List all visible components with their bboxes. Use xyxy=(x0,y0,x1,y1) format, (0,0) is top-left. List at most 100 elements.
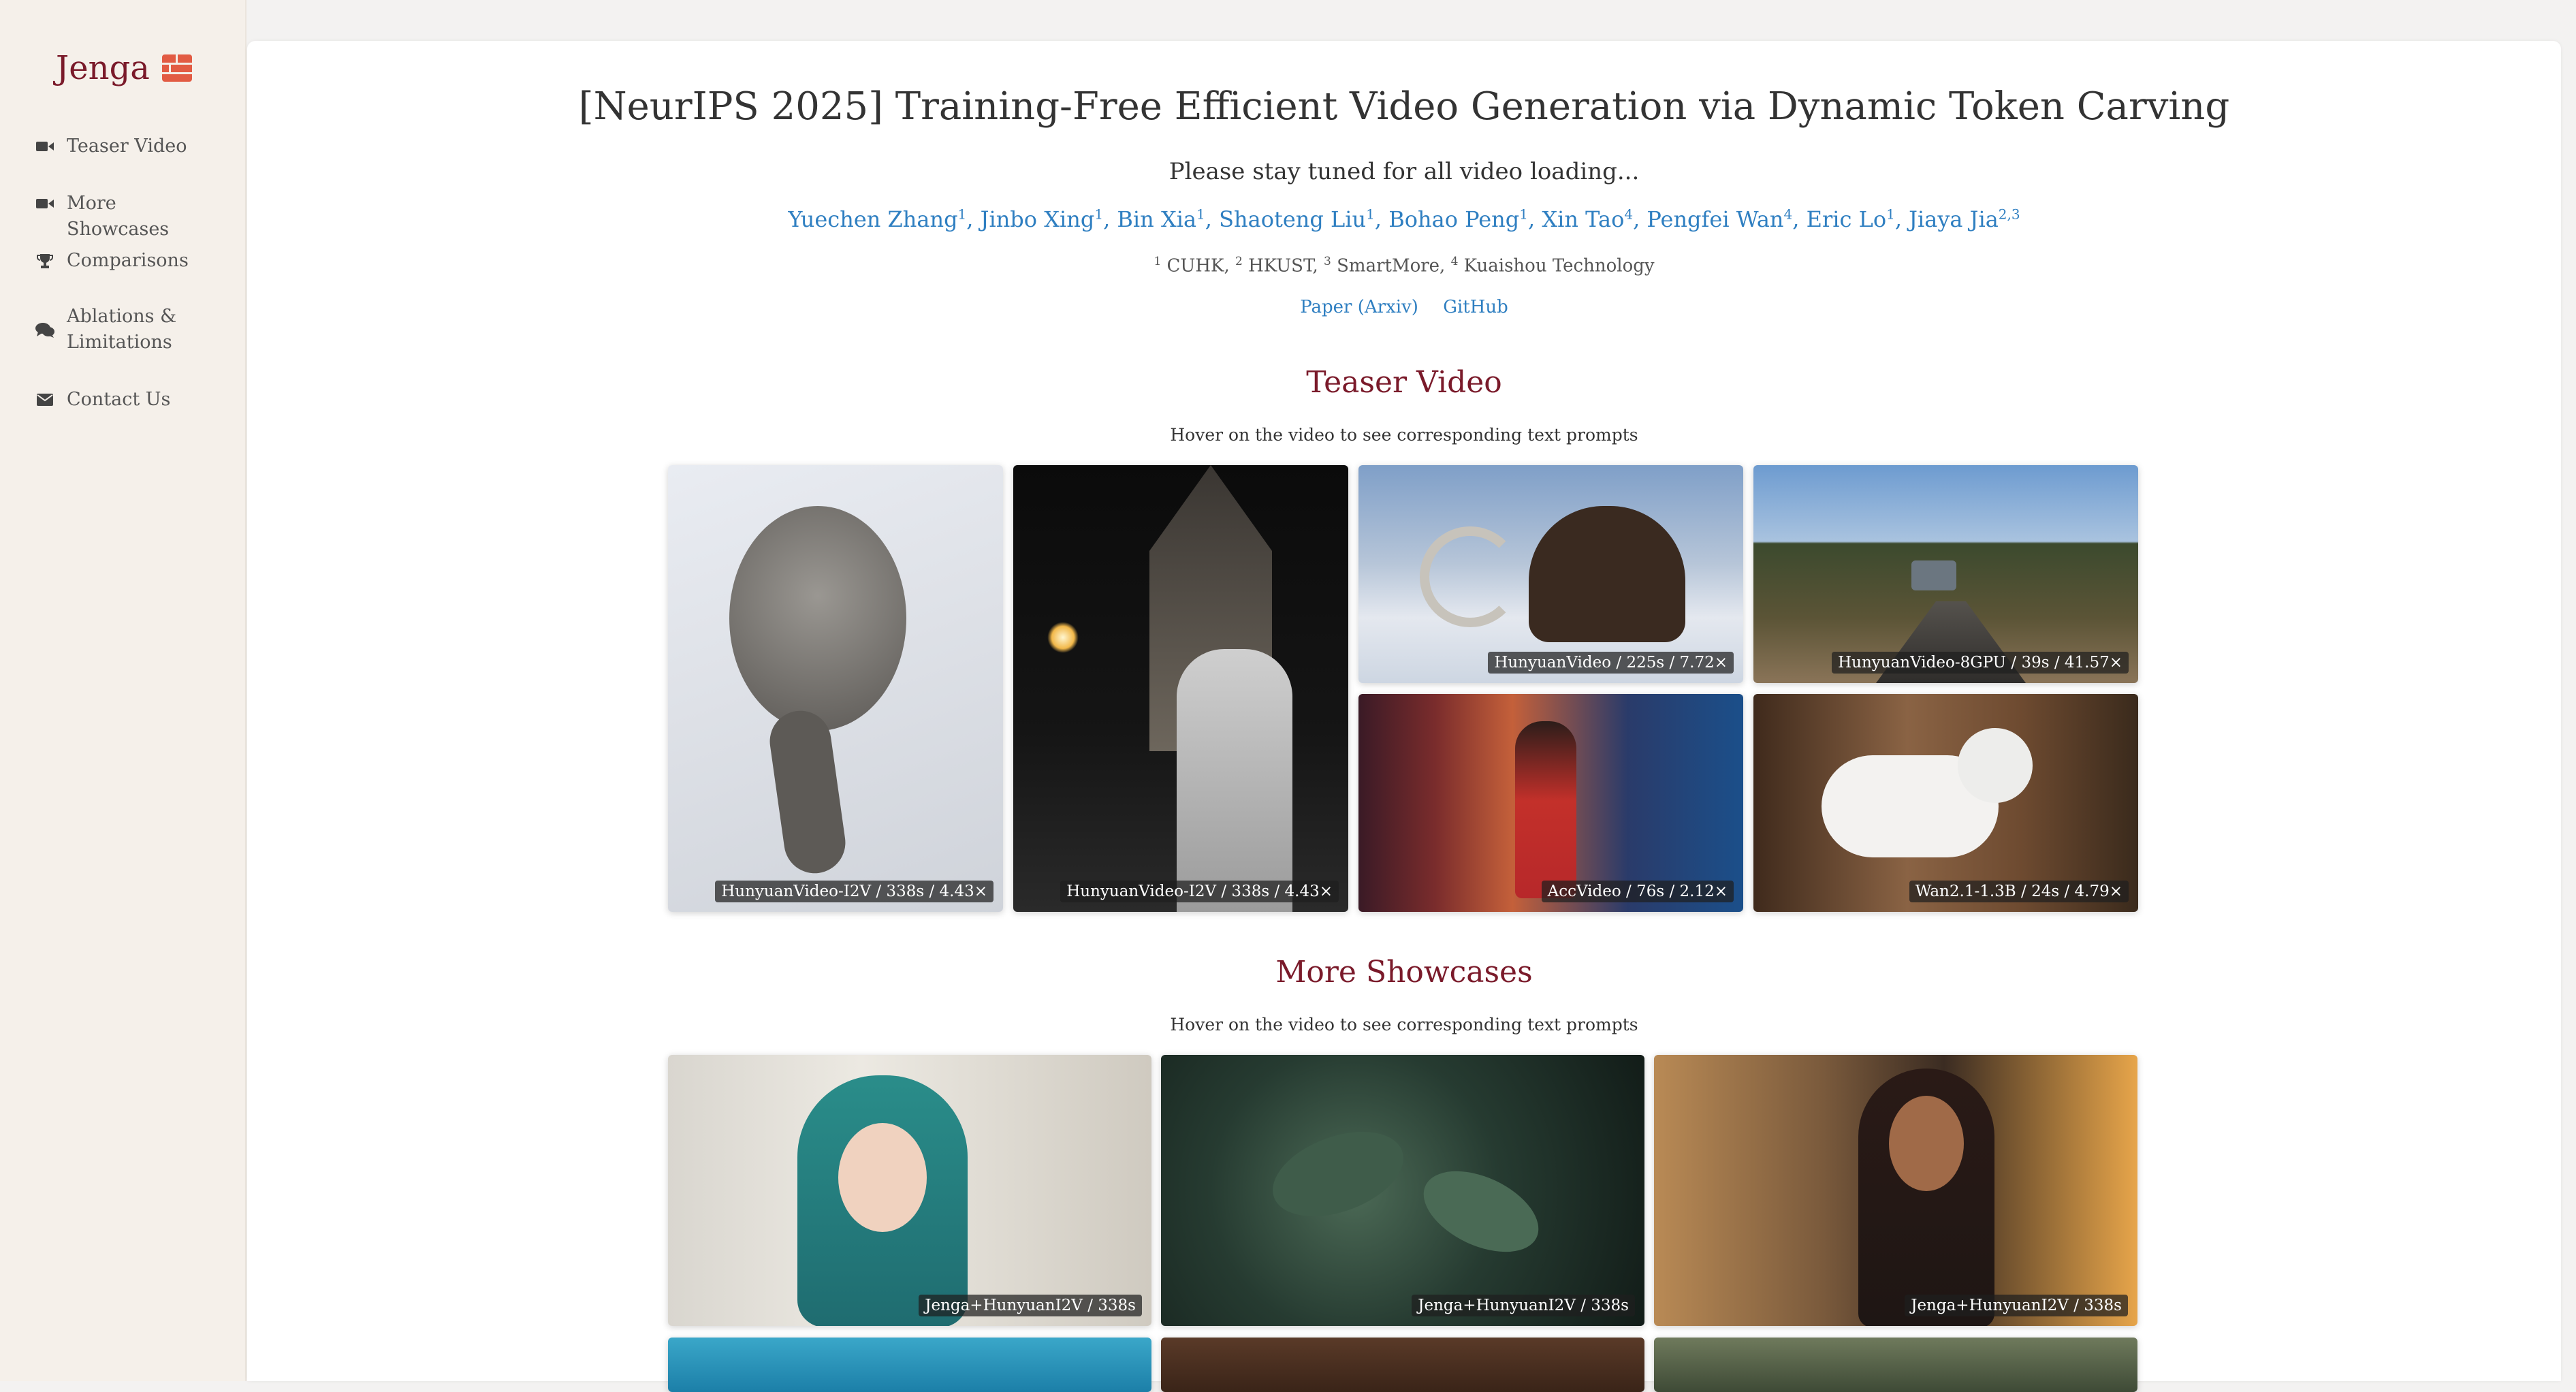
author-link[interactable]: Pengfei Wan4 xyxy=(1647,206,1792,232)
showcase-video-woman-flower[interactable]: Jenga+HunyuanI2V / 338s xyxy=(1654,1055,2137,1326)
author-affiliation-number: 4 xyxy=(1783,206,1793,222)
video-frame xyxy=(1420,526,1521,627)
author-name: Eric Lo xyxy=(1806,206,1887,232)
author-link[interactable]: Jinbo Xing1 xyxy=(981,206,1103,232)
sidebar-item-ablations[interactable]: Ablations & Limitations xyxy=(35,304,223,355)
video-caption: Wan2.1-1.3B / 24s / 4.79× xyxy=(1909,881,2129,902)
author-name: Jiaya Jia xyxy=(1909,206,1999,232)
author-affiliation-number: 1 xyxy=(1094,206,1104,222)
author-affiliation-number: 1 xyxy=(1519,206,1528,222)
video-frame xyxy=(1047,622,1079,653)
video-camera-icon xyxy=(35,133,54,159)
trophy-icon xyxy=(35,248,54,274)
sidebar-item-label: Ablations & Limitations xyxy=(67,306,177,353)
paper-links: Paper (Arxiv) GitHub xyxy=(247,297,2561,317)
video-camera-icon xyxy=(35,191,54,217)
author-link[interactable]: Jiaya Jia2,3 xyxy=(1909,206,2020,232)
affiliation-list: 1 CUHK, 2 HKUST, 3 SmartMore, 4 Kuaishou… xyxy=(1154,255,1655,276)
author-name: Bohao Peng xyxy=(1388,206,1520,232)
showcase-video-ocean[interactable] xyxy=(668,1338,1151,1392)
section-title-teaser: Teaser Video xyxy=(1306,365,1502,400)
author-link[interactable]: Shaoteng Liu1 xyxy=(1219,206,1375,232)
envelope-icon xyxy=(35,387,54,413)
video-frame xyxy=(765,706,850,878)
video-caption: Jenga+HunyuanI2V / 338s xyxy=(1905,1295,2128,1316)
video-frame xyxy=(1515,721,1576,898)
author-affiliation-number: 1 xyxy=(1886,206,1895,222)
video-frame xyxy=(1411,1154,1551,1269)
video-caption: AccVideo / 76s / 2.12× xyxy=(1541,881,1734,902)
teaser-video-cat-on-bed[interactable]: HunyuanVideo-I2V / 338s / 4.43× xyxy=(668,465,1003,912)
author-link[interactable]: Eric Lo1 xyxy=(1807,206,1895,232)
author-affiliation-number: 2,3 xyxy=(1998,206,2020,222)
affiliation-name: SmartMore xyxy=(1337,255,1440,276)
section-title-showcases: More Showcases xyxy=(1275,955,1533,990)
affiliation-name: Kuaishou Technology xyxy=(1463,255,1655,276)
author-list: Yuechen Zhang1, Jinbo Xing1, Bin Xia1, S… xyxy=(788,206,2020,232)
author-name: Jinbo Xing xyxy=(980,206,1095,232)
teaser-video-woman-street[interactable]: AccVideo / 76s / 2.12× xyxy=(1358,694,1743,912)
video-caption: Jenga+HunyuanI2V / 338s xyxy=(919,1295,1142,1316)
sidebar-item-label: Comparisons xyxy=(67,250,189,271)
affiliation-name: CUHK xyxy=(1166,255,1224,276)
author-name: Pengfei Wan xyxy=(1647,206,1784,232)
video-frame xyxy=(729,506,906,731)
author-link[interactable]: Yuechen Zhang1 xyxy=(788,206,966,232)
page-title: [NeurIPS 2025] Training-Free Efficient V… xyxy=(578,84,2230,129)
video-frame xyxy=(1529,506,1685,642)
sidebar-item-contact[interactable]: Contact Us xyxy=(35,387,223,413)
sidebar-item-comparisons[interactable]: Comparisons xyxy=(35,248,223,274)
author-affiliation-number: 1 xyxy=(1196,206,1205,222)
brick-icon xyxy=(161,54,192,82)
section-subtitle-teaser: Hover on the video to see corresponding … xyxy=(1170,425,1638,445)
main-content: [NeurIPS 2025] Training-Free Efficient V… xyxy=(247,41,2561,1392)
author-affiliation-number: 4 xyxy=(1624,206,1634,222)
video-frame xyxy=(1261,1116,1415,1233)
sidebar-item-teaser-video[interactable]: Teaser Video xyxy=(35,133,223,159)
video-frame xyxy=(1177,649,1292,912)
video-frame xyxy=(1958,728,2033,803)
showcase-video-animal[interactable] xyxy=(1654,1338,2137,1392)
section-subtitle-showcases: Hover on the video to see corresponding … xyxy=(1170,1015,1638,1034)
showcase-video-room[interactable] xyxy=(1161,1338,1644,1392)
teaser-video-mammoth[interactable]: HunyuanVideo / 225s / 7.72× xyxy=(1358,465,1743,683)
author-affiliation-number: 1 xyxy=(957,206,967,222)
author-link[interactable]: Bohao Peng1 xyxy=(1388,206,1528,232)
affiliation-name: HKUST xyxy=(1248,255,1313,276)
author-name: Yuechen Zhang xyxy=(788,206,958,232)
sidebar: Jenga Teaser Video More Showcases Compar… xyxy=(0,0,247,1381)
showcase-video-wet-leaves[interactable]: Jenga+HunyuanI2V / 338s xyxy=(1161,1055,1644,1326)
video-caption: HunyuanVideo-I2V / 338s / 4.43× xyxy=(715,881,993,902)
showcase-video-teal-hair[interactable]: Jenga+HunyuanI2V / 338s xyxy=(668,1055,1151,1326)
video-caption: Jenga+HunyuanI2V / 338s xyxy=(1412,1295,1635,1316)
video-caption: HunyuanVideo-I2V / 338s / 4.43× xyxy=(1060,881,1339,902)
video-caption: HunyuanVideo / 225s / 7.72× xyxy=(1488,652,1734,674)
video-frame xyxy=(1889,1096,1964,1191)
author-name: Bin Xia xyxy=(1117,206,1197,232)
sidebar-item-more-showcases[interactable]: More Showcases xyxy=(35,191,223,242)
loading-notice: Please stay tuned for all video loading.… xyxy=(1168,158,1640,185)
sidebar-item-label: Teaser Video xyxy=(67,136,187,157)
sidebar-item-label: Contact Us xyxy=(67,389,171,410)
comments-icon xyxy=(35,317,54,343)
teaser-video-man-sparkler[interactable]: HunyuanVideo-I2V / 338s / 4.43× xyxy=(1013,465,1348,912)
github-link[interactable]: GitHub xyxy=(1443,297,1508,317)
video-caption: HunyuanVideo-8GPU / 39s / 41.57× xyxy=(1832,652,2129,674)
affiliation-number: 2 xyxy=(1235,255,1243,268)
author-link[interactable]: Bin Xia1 xyxy=(1117,206,1205,232)
affiliation-number: 1 xyxy=(1154,255,1162,268)
author-name: Shaoteng Liu xyxy=(1219,206,1367,232)
author-affiliation-number: 1 xyxy=(1366,206,1375,222)
sidebar-item-label: More Showcases xyxy=(67,193,170,240)
paper-arxiv-link[interactable]: Paper (Arxiv) xyxy=(1300,297,1418,317)
affiliation-number: 4 xyxy=(1450,255,1459,268)
teaser-video-white-cat[interactable]: Wan2.1-1.3B / 24s / 4.79× xyxy=(1753,694,2138,912)
brand-name: Jenga xyxy=(56,49,150,87)
author-link[interactable]: Xin Tao4 xyxy=(1542,206,1633,232)
brand[interactable]: Jenga xyxy=(56,49,192,87)
video-frame xyxy=(1911,560,1956,590)
affiliation-number: 3 xyxy=(1324,255,1331,268)
video-frame xyxy=(838,1123,927,1232)
teaser-video-car-road[interactable]: HunyuanVideo-8GPU / 39s / 41.57× xyxy=(1753,465,2138,683)
author-name: Xin Tao xyxy=(1542,206,1625,232)
